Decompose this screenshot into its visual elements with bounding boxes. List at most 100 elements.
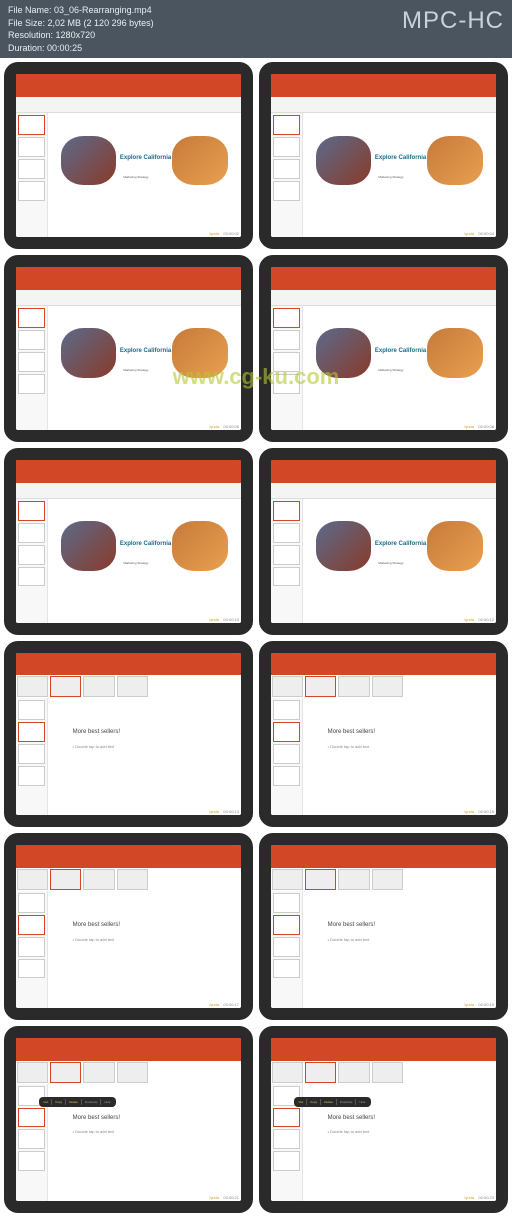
slide-subtitle: Marketing Strategy xyxy=(378,368,403,372)
slide-canvas: More best sellers! • Double tap to add t… xyxy=(303,891,497,1008)
frame-10[interactable]: More best sellers! • Double tap to add t… xyxy=(259,833,508,1020)
slide-title: Explore California xyxy=(120,155,171,161)
thumb-2 xyxy=(273,137,300,157)
lynda-watermark: lynda xyxy=(209,424,219,429)
slide-canvas: Explore California Marketing Strategy xyxy=(48,306,242,430)
ppt-ribbon xyxy=(16,267,241,290)
timestamp: 00:00:15 xyxy=(478,809,494,814)
timestamp: 00:00:10 xyxy=(223,617,239,622)
thumb-4 xyxy=(273,181,300,201)
lynda-watermark: lynda xyxy=(464,1002,474,1007)
text-heading: More best sellers! xyxy=(328,729,471,735)
text-bullet: • Double tap to add text xyxy=(328,744,471,749)
text-heading: More best sellers! xyxy=(328,922,471,928)
slide-canvas: More best sellers! • Double tap to add t… xyxy=(48,698,242,815)
ppt-tabs xyxy=(271,483,496,499)
slide-thumbs xyxy=(271,113,303,237)
thumb-1 xyxy=(273,115,300,135)
ppt-ribbon xyxy=(271,845,496,868)
frame-1[interactable]: Explore California Marketing Strategy ly… xyxy=(4,62,253,249)
slide-title: Explore California xyxy=(375,541,426,547)
frame-12[interactable]: More best sellers! • Double tap to add t… xyxy=(259,1026,508,1213)
hoodie-image xyxy=(316,521,372,570)
context-copy[interactable]: Copy xyxy=(307,1099,321,1105)
thumb-3 xyxy=(18,159,45,179)
ppt-ribbon xyxy=(16,653,241,676)
timestamp: 00:00:23 xyxy=(478,1195,494,1200)
context-cut[interactable]: Cut xyxy=(296,1099,308,1105)
ppt-ribbon xyxy=(271,653,496,676)
frame-5[interactable]: Explore California Marketing Strategy ly… xyxy=(4,448,253,635)
app-name: MPC-HC xyxy=(402,4,504,38)
text-bullet: • Double tap to add text xyxy=(73,937,216,942)
ppt-tabs xyxy=(16,483,241,499)
filesize-label: File Size: xyxy=(8,18,45,28)
thumb-row xyxy=(271,1061,496,1084)
duration-value: 00:00:25 xyxy=(47,43,82,53)
context-delete[interactable]: Delete xyxy=(66,1099,82,1105)
frame-2[interactable]: Explore California Marketing Strategy ly… xyxy=(259,62,508,249)
duration-label: Duration: xyxy=(8,43,45,53)
lynda-watermark: lynda xyxy=(464,1195,474,1200)
frame-3[interactable]: Explore California Marketing Strategy ly… xyxy=(4,255,253,442)
slide-subtitle: Marketing Strategy xyxy=(378,175,403,179)
timestamp: 00:00:21 xyxy=(223,1195,239,1200)
ppt-ribbon xyxy=(271,460,496,483)
frame-4[interactable]: Explore California Marketing Strategy ly… xyxy=(259,255,508,442)
context-hide[interactable]: Hide xyxy=(356,1099,368,1105)
ppt-ribbon xyxy=(16,460,241,483)
ppt-tabs xyxy=(271,97,496,113)
slide-title: Explore California xyxy=(375,348,426,354)
ppt-tabs xyxy=(271,290,496,306)
frame-9[interactable]: More best sellers! • Double tap to add t… xyxy=(4,833,253,1020)
bridge-image xyxy=(427,521,483,570)
slide-thumbs xyxy=(16,499,48,623)
hoodie-image xyxy=(316,136,372,185)
timestamp: 00:00:04 xyxy=(478,231,494,236)
player-header: File Name: 03_06-Rearranging.mp4 File Si… xyxy=(0,0,512,58)
lynda-watermark: lynda xyxy=(464,617,474,622)
slide-thumbs xyxy=(271,306,303,430)
slide-canvas: More best sellers! • Double tap to add t… xyxy=(48,891,242,1008)
thumbnail-grid: Explore California Marketing Strategy ly… xyxy=(0,58,512,1217)
lynda-watermark: lynda xyxy=(464,231,474,236)
timestamp: 00:00:13 xyxy=(223,809,239,814)
lynda-watermark: lynda xyxy=(464,424,474,429)
frame-7[interactable]: More best sellers! • Double tap to add t… xyxy=(4,641,253,828)
frame-8[interactable]: More best sellers! • Double tap to add t… xyxy=(259,641,508,828)
text-bullet: • Double tap to add text xyxy=(73,1129,216,1134)
slide-title: Explore California xyxy=(120,348,171,354)
thumb-4 xyxy=(18,181,45,201)
context-duplicate[interactable]: Duplicate xyxy=(337,1099,357,1105)
context-duplicate[interactable]: Duplicate xyxy=(82,1099,102,1105)
ppt-ribbon xyxy=(271,1038,496,1061)
bridge-image xyxy=(172,328,228,377)
thumb-row xyxy=(271,675,496,698)
context-cut[interactable]: Cut xyxy=(41,1099,53,1105)
timestamp: 00:00:19 xyxy=(478,1002,494,1007)
frame-11[interactable]: More best sellers! • Double tap to add t… xyxy=(4,1026,253,1213)
ppt-ribbon xyxy=(271,267,496,290)
slide-thumbs xyxy=(271,499,303,623)
hoodie-image xyxy=(61,521,117,570)
slide-thumbs xyxy=(16,698,48,815)
resolution-value: 1280x720 xyxy=(56,30,96,40)
slide-canvas: More best sellers! • Double tap to add t… xyxy=(303,698,497,815)
lynda-watermark: lynda xyxy=(209,1195,219,1200)
frame-6[interactable]: Explore California Marketing Strategy ly… xyxy=(259,448,508,635)
text-heading: More best sellers! xyxy=(73,1115,216,1121)
bridge-image xyxy=(172,521,228,570)
hoodie-image xyxy=(61,136,117,185)
context-menu[interactable]: Cut Copy Delete Duplicate Hide xyxy=(39,1097,116,1107)
text-bullet: • Double tap to add text xyxy=(328,1129,471,1134)
text-heading: More best sellers! xyxy=(328,1115,471,1121)
filename-label: File Name: xyxy=(8,5,52,15)
context-hide[interactable]: Hide xyxy=(101,1099,113,1105)
context-delete[interactable]: Delete xyxy=(321,1099,337,1105)
slide-thumbs xyxy=(16,891,48,1008)
hoodie-image xyxy=(61,328,117,377)
context-copy[interactable]: Copy xyxy=(52,1099,66,1105)
timestamp: 00:00:08 xyxy=(478,424,494,429)
slide-subtitle: Marketing Strategy xyxy=(123,561,148,565)
context-menu[interactable]: Cut Copy Delete Duplicate Hide xyxy=(294,1097,371,1107)
